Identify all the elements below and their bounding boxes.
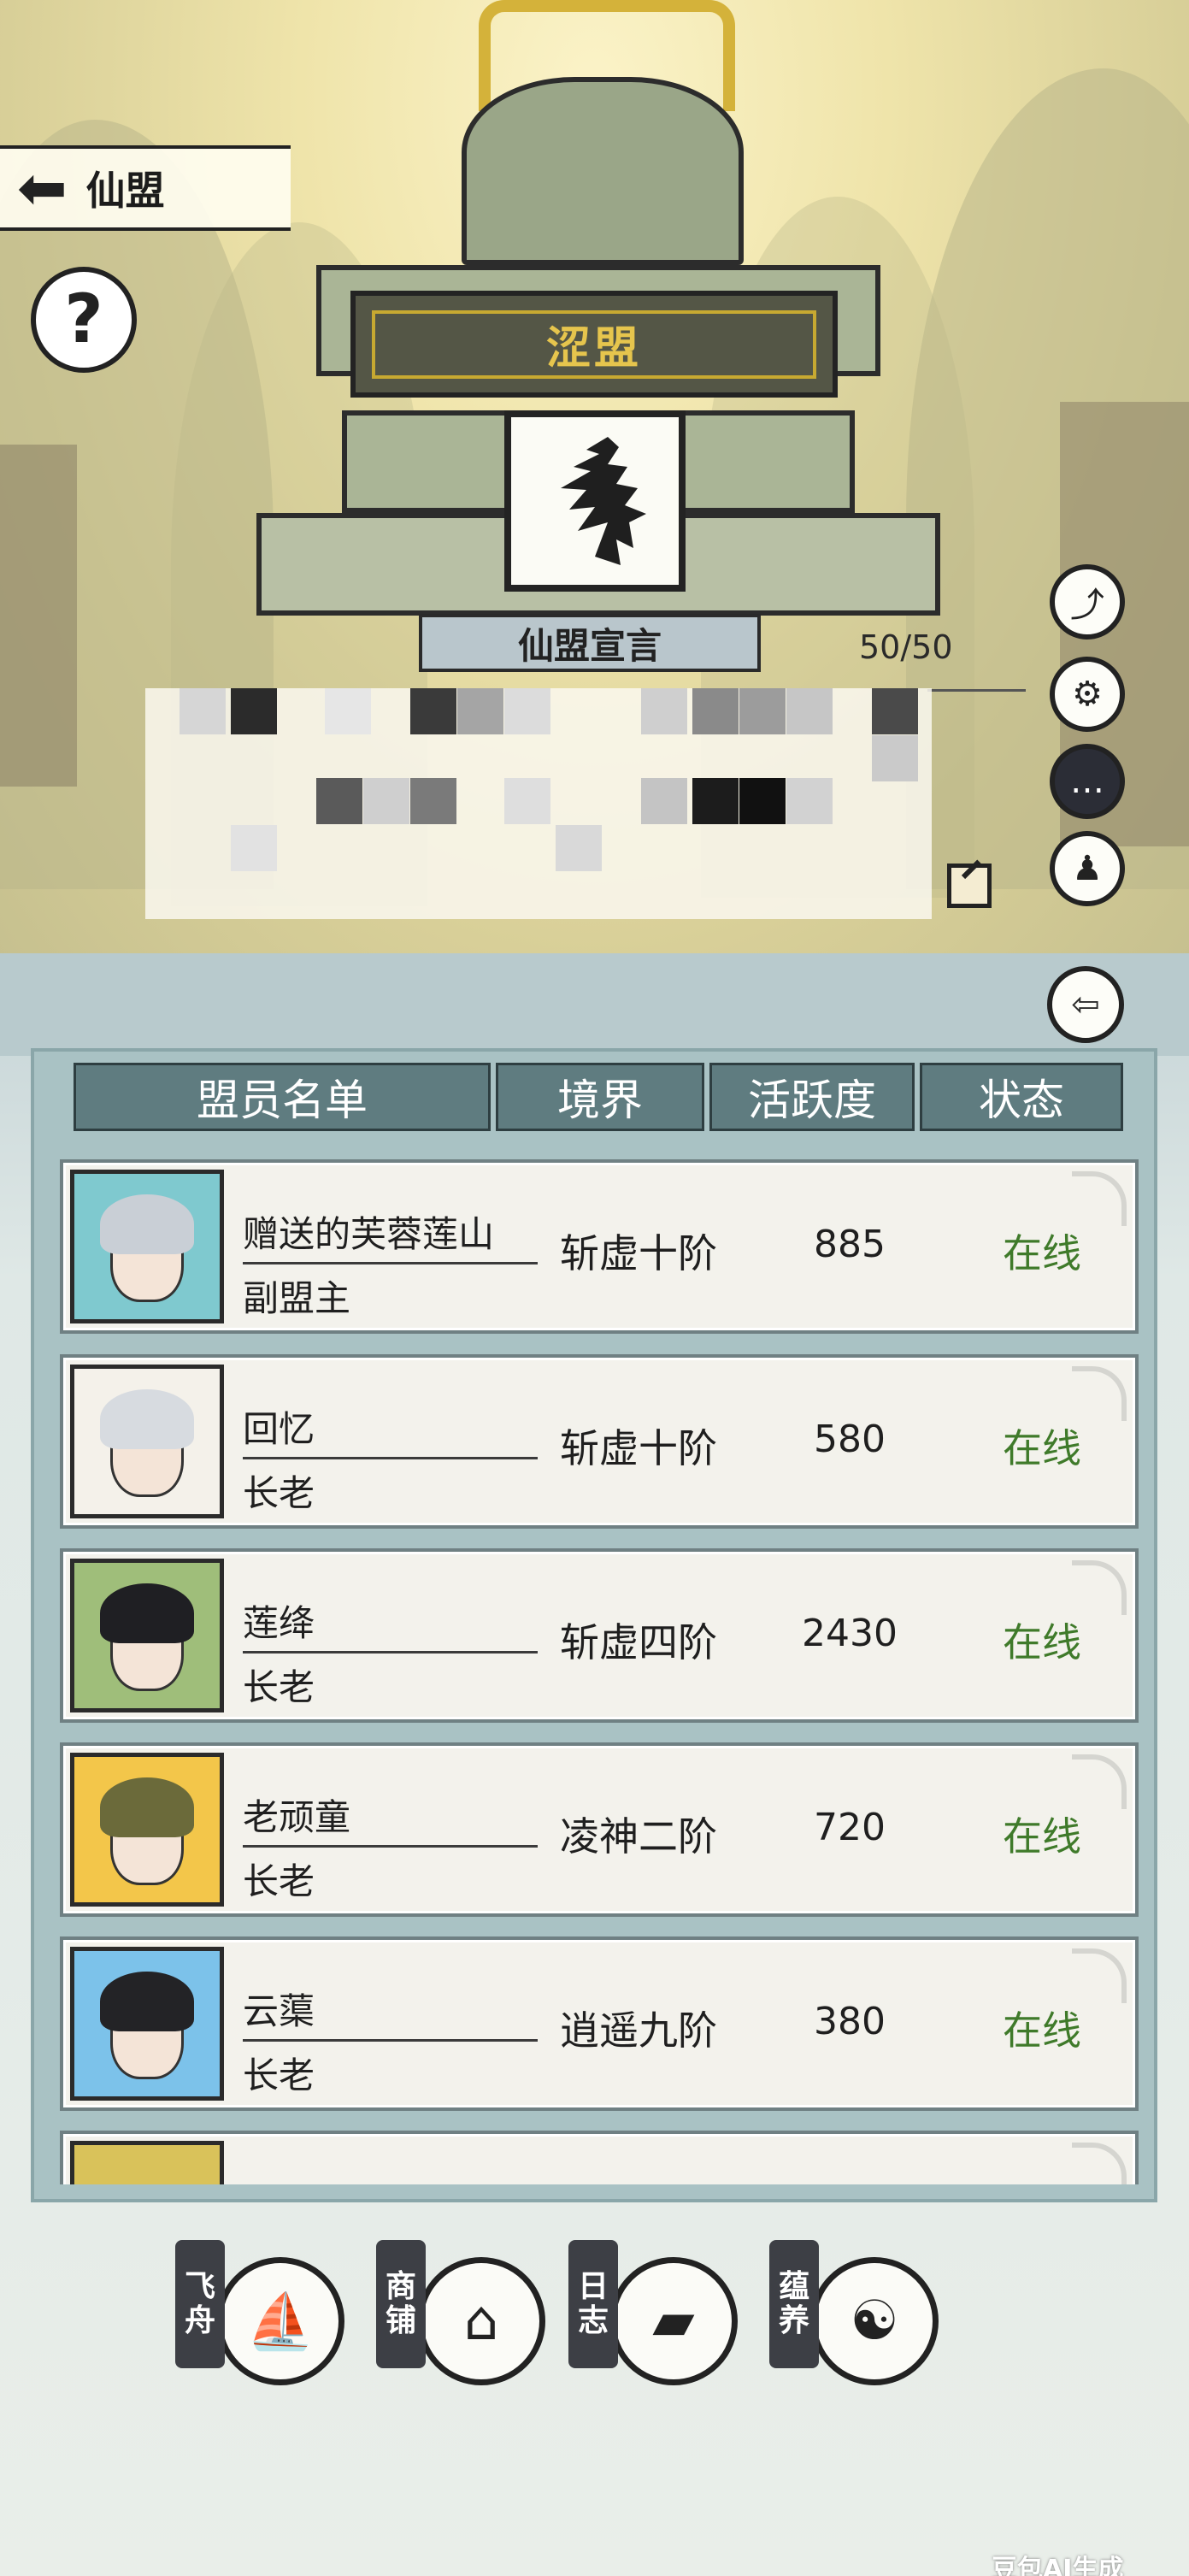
exit-icon: ⇦: [1071, 985, 1100, 1024]
add-member-icon: ♟: [1072, 849, 1103, 888]
member-status: 在线: [1003, 2007, 1081, 2054]
settings-button[interactable]: ⚙: [1050, 657, 1125, 732]
nav-label: 飞舟: [175, 2240, 225, 2368]
member-count: 50/50: [859, 628, 953, 666]
page-title: 仙盟: [85, 168, 165, 214]
member-realm: 逍遥九阶: [560, 2007, 717, 2054]
divider: [243, 1651, 538, 1653]
member-status: 在线: [1003, 1813, 1081, 1860]
member-role: 长老: [243, 2054, 315, 2096]
member-role: 副盟主: [243, 1277, 351, 1319]
nurture-button[interactable]: ☯ 蕴养: [769, 2240, 957, 2411]
log-button[interactable]: ▰ 日志: [568, 2240, 756, 2411]
member-name: 云蕖: [243, 1990, 315, 2032]
member-activity: 720: [814, 1806, 886, 1849]
cloud-ornament: [1072, 1560, 1127, 1615]
edit-motto-icon[interactable]: [947, 864, 992, 908]
gear-icon: ⚙: [1072, 675, 1103, 714]
member-table-header: 盟员名单 境界 活跃度 状态: [74, 1063, 1123, 1131]
airship-icon: ⛵: [216, 2257, 344, 2385]
cloud-ornament: [1072, 1754, 1127, 1809]
nav-label: 商铺: [376, 2240, 426, 2368]
nav-label: 日志: [568, 2240, 618, 2368]
avatar[interactable]: [70, 1559, 224, 1712]
column-header-realm: 境界: [496, 1063, 704, 1131]
member-realm: 斩虚十阶: [560, 1230, 717, 1276]
member-list[interactable]: 赠送的芙蓉莲山 副盟主 斩虚十阶 885 在线 回忆 长老 斩虚十阶 580 在…: [60, 1154, 1139, 2184]
member-realm: 斩虚十阶: [560, 1425, 717, 1471]
side-building-left: [0, 445, 77, 787]
divider: [927, 689, 1026, 692]
column-header-status: 状态: [920, 1063, 1123, 1131]
cloud-ornament: [1072, 1171, 1127, 1226]
divider: [243, 1845, 538, 1848]
help-button[interactable]: ?: [31, 267, 137, 373]
member-row[interactable]: 赠送的芙蓉莲山 副盟主 斩虚十阶 885 在线: [60, 1159, 1139, 1334]
member-name: 莲绛: [243, 1602, 315, 1644]
member-row[interactable]: 云蕖 长老 逍遥九阶 380 在线: [60, 1936, 1139, 2111]
add-member-button[interactable]: ♟: [1050, 831, 1125, 906]
chat-button[interactable]: …: [1050, 744, 1125, 819]
member-row[interactable]: [60, 2131, 1139, 2184]
divider: [243, 2039, 538, 2042]
cloud-ornament: [1072, 2143, 1127, 2184]
member-role: 长老: [243, 1472, 315, 1514]
member-name: 赠送的芙蓉莲山: [243, 1213, 495, 1255]
cloud-ornament: [1072, 1948, 1127, 2003]
chat-icon: …: [1070, 762, 1104, 801]
member-row[interactable]: 回忆 长老 斩虚十阶 580 在线: [60, 1354, 1139, 1529]
column-header-activity: 活跃度: [709, 1063, 915, 1131]
divider: [243, 1262, 538, 1264]
exit-button[interactable]: ⇦: [1047, 966, 1124, 1043]
back-arrow-icon: ⬅: [17, 153, 68, 223]
column-header-members: 盟员名单: [74, 1063, 491, 1131]
dragon-emblem-icon: [561, 437, 646, 565]
guild-emblem[interactable]: [504, 410, 686, 592]
member-realm: 凌神二阶: [560, 1813, 717, 1860]
avatar[interactable]: [70, 1753, 224, 1907]
member-realm: 斩虚四阶: [560, 1619, 717, 1665]
member-status: 在线: [1003, 1425, 1081, 1471]
back-button[interactable]: ⬅ 仙盟: [0, 145, 291, 231]
watermark: 豆包AI生成: [992, 2555, 1124, 2576]
guild-motto-pixelated: [145, 688, 932, 919]
share-icon: ⤴: [1070, 586, 1104, 625]
member-status: 在线: [1003, 1230, 1081, 1276]
divider: [243, 1457, 538, 1459]
nav-label: 蕴养: [769, 2240, 819, 2368]
member-name: 回忆: [243, 1408, 315, 1450]
motto-title: 仙盟宣言: [419, 614, 761, 672]
avatar[interactable]: [70, 1365, 224, 1518]
member-role: 长老: [243, 1860, 315, 1902]
member-role: 长老: [243, 1666, 315, 1708]
avatar[interactable]: [70, 1170, 224, 1323]
guild-name-plaque: 涩盟: [350, 291, 838, 398]
member-row[interactable]: 老顽童 长老 凌神二阶 720 在线: [60, 1742, 1139, 1917]
shop-icon: ⌂: [417, 2257, 545, 2385]
member-status: 在线: [1003, 1619, 1081, 1665]
shop-button[interactable]: ⌂ 商铺: [376, 2240, 564, 2411]
avatar[interactable]: [70, 2141, 224, 2184]
member-activity: 580: [814, 1418, 886, 1461]
share-button[interactable]: ⤴: [1050, 564, 1125, 640]
member-activity: 2430: [802, 1612, 898, 1655]
yin-yang-icon: ☯: [810, 2257, 939, 2385]
panel-top-band: [0, 953, 1189, 1056]
member-row[interactable]: 莲绛 长老 斩虚四阶 2430 在线: [60, 1548, 1139, 1723]
avatar[interactable]: [70, 1947, 224, 2101]
cloud-ornament: [1072, 1366, 1127, 1421]
airship-button[interactable]: ⛵ 飞舟: [175, 2240, 363, 2411]
member-name: 老顽童: [243, 1796, 351, 1838]
guild-name: 涩盟: [372, 309, 816, 379]
pagoda-top-roof: [462, 77, 744, 265]
log-book-icon: ▰: [609, 2257, 738, 2385]
member-activity: 885: [814, 1223, 886, 1266]
member-activity: 380: [814, 2000, 886, 2043]
